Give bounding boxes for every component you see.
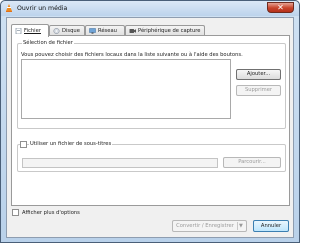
use-subtitles-label: Utiliser un fichier de sous-titres — [29, 141, 113, 147]
convert-save-label: Convertir / Enregistrer — [176, 223, 234, 229]
use-subtitles-checkbox[interactable] — [20, 141, 27, 148]
capture-device-icon — [129, 29, 136, 33]
file-icon — [15, 28, 22, 34]
dialog-body: Fichier Disque Réseau Périphérique de ca… — [6, 17, 294, 238]
tab-panel-fichier: Sélection de fichier Vous pouvez choisir… — [11, 35, 290, 206]
subtitle-file-input[interactable] — [22, 158, 218, 168]
dropdown-arrow-icon[interactable]: ▼ — [239, 221, 243, 231]
close-button[interactable]: ✕ — [267, 2, 294, 13]
show-more-options-label: Afficher plus d'options — [22, 210, 80, 216]
remove-file-button[interactable]: Supprimer — [236, 85, 281, 96]
open-media-dialog: Ouvrir un média ✕ Fichier Disque Réseau … — [0, 0, 300, 243]
tab-label: Périphérique de capture — [138, 28, 201, 34]
window-title: Ouvrir un média — [17, 5, 68, 12]
title-bar: Ouvrir un média ✕ — [1, 1, 299, 16]
vlc-cone-icon — [6, 4, 12, 12]
file-list[interactable] — [21, 59, 231, 119]
disc-icon — [53, 28, 60, 34]
file-selection-group: Sélection de fichier Vous pouvez choisir… — [17, 40, 286, 129]
subtitles-group: Utiliser un fichier de sous-titres Parco… — [17, 141, 286, 172]
network-icon — [89, 28, 96, 34]
file-selection-legend: Sélection de fichier — [22, 40, 74, 46]
convert-save-button[interactable]: Convertir / Enregistrer ▼ — [172, 220, 247, 232]
tab-fichier[interactable]: Fichier — [11, 24, 49, 37]
tab-label: Fichier — [24, 28, 41, 34]
close-icon: ✕ — [277, 3, 284, 12]
cancel-button[interactable]: Annuler — [253, 220, 289, 232]
add-file-button[interactable]: Ajouter... — [236, 69, 281, 80]
file-selection-hint: Vous pouvez choisir des fichiers locaux … — [21, 52, 243, 58]
split-separator — [237, 222, 238, 230]
show-more-options-checkbox[interactable] — [12, 209, 19, 216]
tab-label: Réseau — [98, 28, 117, 34]
browse-subtitles-button[interactable]: Parcourir... — [223, 157, 281, 168]
tab-label: Disque — [62, 28, 80, 34]
